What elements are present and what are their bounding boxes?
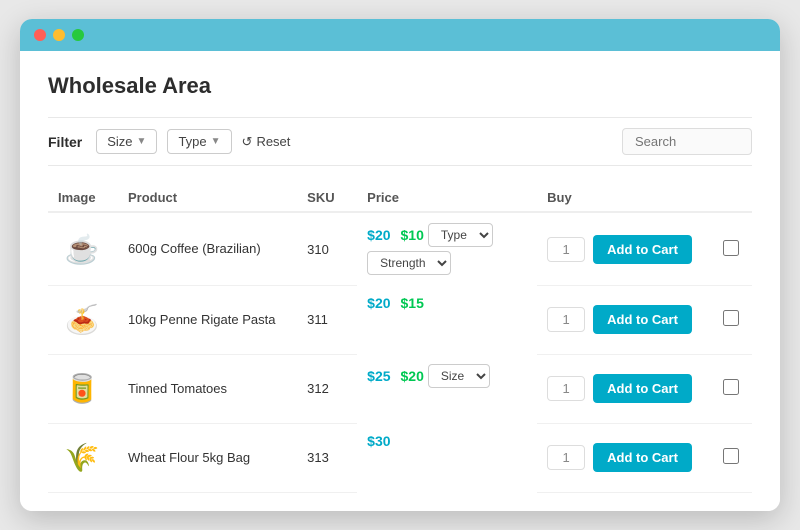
size-select[interactable]: Size	[428, 364, 490, 388]
price-old: $25	[367, 368, 390, 384]
titlebar	[20, 19, 780, 51]
add-to-cart-button[interactable]: Add to Cart	[593, 374, 692, 403]
col-sku: SKU	[297, 184, 357, 212]
dot-green[interactable]	[72, 29, 84, 41]
price-new: $20	[401, 368, 424, 384]
product-name-cell: Wheat Flour 5kg Bag	[118, 423, 297, 492]
row-checkbox[interactable]	[723, 448, 739, 464]
table-header-row: Image Product SKU Price Buy	[48, 184, 752, 212]
row-checkbox-cell	[713, 212, 752, 285]
sku-cell: 312	[297, 354, 357, 423]
product-name: Tinned Tomatoes	[128, 380, 287, 398]
table-row: 🥫 Tinned Tomatoes 312 $25 $20Size Add to Cart	[48, 354, 752, 423]
buy-controls: Add to Cart	[547, 235, 703, 264]
buy-controls: Add to Cart	[547, 443, 703, 472]
price-new: $15	[401, 295, 424, 311]
sku-cell: 311	[297, 285, 357, 354]
dot-red[interactable]	[34, 29, 46, 41]
product-image-cell: 🥫	[48, 354, 118, 423]
row-checkbox-cell	[713, 285, 752, 354]
content-area: Wholesale Area Filter Size ▼ Type ▼ ↺ Re…	[20, 51, 780, 511]
buy-cell: Add to Cart	[537, 354, 713, 423]
size-filter-button[interactable]: Size ▼	[96, 129, 157, 154]
buy-cell: Add to Cart	[537, 285, 713, 354]
sku-cell: 313	[297, 423, 357, 492]
buy-cell: Add to Cart	[537, 423, 713, 492]
col-product: Product	[118, 184, 297, 212]
products-table: Image Product SKU Price Buy ☕ 600g Coffee…	[48, 184, 752, 493]
search-input[interactable]	[622, 128, 752, 155]
col-image: Image	[48, 184, 118, 212]
row-checkbox-cell	[713, 423, 752, 492]
reset-button[interactable]: ↺ Reset	[242, 134, 291, 150]
product-name: 10kg Penne Rigate Pasta	[128, 311, 287, 329]
page-title: Wholesale Area	[48, 73, 752, 99]
type-filter-button[interactable]: Type ▼	[167, 129, 231, 154]
col-buy: Buy	[537, 184, 713, 212]
row-checkbox-cell	[713, 354, 752, 423]
quantity-input[interactable]	[547, 376, 585, 401]
quantity-input[interactable]	[547, 307, 585, 332]
buy-controls: Add to Cart	[547, 374, 703, 403]
add-to-cart-button[interactable]: Add to Cart	[593, 443, 692, 472]
table-row: 🌾 Wheat Flour 5kg Bag 313 $30 Add to Cart	[48, 423, 752, 492]
add-to-cart-button[interactable]: Add to Cart	[593, 305, 692, 334]
add-to-cart-button[interactable]: Add to Cart	[593, 235, 692, 264]
quantity-input[interactable]	[547, 237, 585, 262]
dot-yellow[interactable]	[53, 29, 65, 41]
product-name: Wheat Flour 5kg Bag	[128, 449, 287, 467]
quantity-input[interactable]	[547, 445, 585, 470]
product-image: 🌾	[58, 434, 106, 482]
price-cell: $20 $15	[357, 285, 537, 321]
col-price: Price	[357, 184, 537, 212]
product-name-cell: Tinned Tomatoes	[118, 354, 297, 423]
app-window: Wholesale Area Filter Size ▼ Type ▼ ↺ Re…	[20, 19, 780, 511]
col-check	[713, 184, 752, 212]
chevron-down-icon: ▼	[137, 136, 147, 147]
table-row: ☕ 600g Coffee (Brazilian) 310 $20 $10Type Str…	[48, 212, 752, 285]
product-name-cell: 10kg Penne Rigate Pasta	[118, 285, 297, 354]
row-checkbox[interactable]	[723, 310, 739, 326]
row-checkbox[interactable]	[723, 240, 739, 256]
buy-controls: Add to Cart	[547, 305, 703, 334]
product-image-cell: ☕	[48, 212, 118, 285]
price-cell: $25 $20Size	[357, 354, 537, 398]
filter-label: Filter	[48, 134, 82, 150]
price-old: $20	[367, 295, 390, 311]
price-cell: $30	[357, 423, 537, 459]
price-old: $20	[367, 227, 390, 243]
product-name: 600g Coffee (Brazilian)	[128, 240, 287, 258]
type-select[interactable]: Type	[428, 223, 493, 247]
chevron-down-icon: ▼	[211, 136, 221, 147]
product-image: ☕	[58, 225, 106, 273]
table-row: 🍝 10kg Penne Rigate Pasta 311 $20 $15 Add to …	[48, 285, 752, 354]
price-value: $30	[367, 433, 390, 449]
product-image: 🍝	[58, 296, 106, 344]
filter-bar: Filter Size ▼ Type ▼ ↺ Reset	[48, 117, 752, 166]
product-name-cell: 600g Coffee (Brazilian)	[118, 212, 297, 285]
product-image: 🥫	[58, 365, 106, 413]
product-image-cell: 🌾	[48, 423, 118, 492]
reset-icon: ↺	[242, 134, 253, 150]
product-image-cell: 🍝	[48, 285, 118, 354]
strength-select[interactable]: Strength	[367, 251, 451, 275]
buy-cell: Add to Cart	[537, 212, 713, 285]
sku-cell: 310	[297, 212, 357, 285]
row-checkbox[interactable]	[723, 379, 739, 395]
price-cell: $20 $10Type Strength	[357, 213, 537, 285]
price-new: $10	[401, 227, 424, 243]
